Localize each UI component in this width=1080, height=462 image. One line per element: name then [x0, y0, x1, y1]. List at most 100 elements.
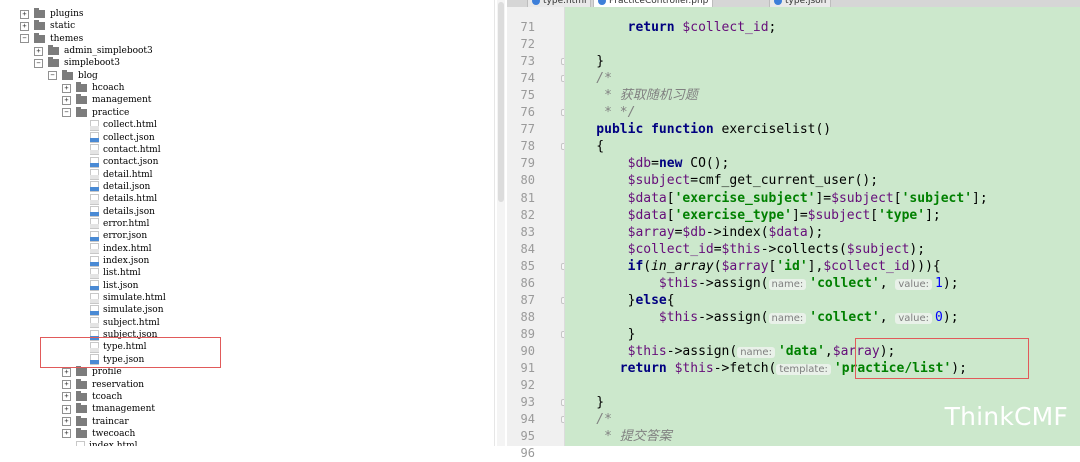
editor-tab-label: type.html [543, 0, 587, 6]
folder-icon [76, 378, 87, 389]
expand-icon[interactable]: + [62, 392, 71, 402]
line-number: 81 [520, 190, 535, 205]
line-number: 76 [520, 105, 535, 120]
expand-icon[interactable]: + [62, 380, 71, 389]
line-number: 96 [520, 446, 535, 461]
editor-tab-label: type.json [785, 0, 827, 6]
tree-item[interactable]: list.json [76, 280, 138, 292]
tree-item[interactable]: − blog [48, 69, 98, 82]
folder-icon [76, 94, 87, 105]
editor-tab[interactable]: type.html [527, 0, 592, 7]
line-number-gutter: 71 72 73 74 75 76 77 78 79 80 81 82 83 84 85 86 87 88 89 90… [507, 7, 568, 460]
collapse-icon[interactable]: − [34, 58, 43, 68]
tree-item[interactable]: simulate.html [76, 292, 166, 304]
line-number: 79 [520, 156, 535, 171]
tree-item[interactable]: collect.json [76, 132, 155, 144]
folder-icon [34, 20, 45, 31]
tree-scrollbar-thumb[interactable] [498, 2, 504, 202]
code-token: else [635, 292, 667, 308]
tree-item[interactable]: list.html [76, 267, 141, 279]
code-editor[interactable]: return $collect_id; } /* * 获取随机习题 * */ p… [565, 7, 1080, 446]
tree-item[interactable]: + plugins [20, 8, 84, 20]
expand-icon[interactable]: + [34, 46, 43, 56]
expand-icon[interactable]: + [20, 9, 29, 19]
code-token: } [565, 54, 605, 70]
tree-item[interactable]: collect.html [76, 119, 157, 131]
tree-item[interactable]: error.html [76, 218, 149, 230]
tree-item[interactable]: simulate.json [76, 304, 164, 316]
tree-item[interactable]: + admin_simpleboot3 [34, 45, 153, 57]
json-file-icon [90, 206, 99, 218]
tree-item[interactable]: + tcoach [62, 390, 122, 403]
tree-item[interactable]: index.html [62, 440, 138, 446]
collapse-icon[interactable]: − [20, 34, 29, 44]
code-token: * 获取随机习题 [565, 88, 698, 104]
tree-item[interactable]: index.json [76, 255, 149, 267]
tree-item[interactable]: − practice [62, 106, 129, 119]
tree-item-label: index.html [103, 243, 152, 254]
tree-scrollbar[interactable] [497, 0, 505, 446]
tree-item[interactable]: − themes [20, 32, 83, 45]
code-token: ->assign( [698, 275, 769, 291]
tree-item[interactable]: contact.json [76, 156, 158, 168]
html-file-icon [90, 193, 99, 205]
tree-item[interactable]: details.json [76, 206, 155, 218]
tree-item[interactable]: error.json [76, 230, 147, 242]
expand-icon[interactable]: + [20, 21, 29, 31]
tree-item[interactable]: + twecoach [62, 427, 135, 440]
expand-icon[interactable]: + [62, 367, 71, 377]
panel-divider[interactable] [494, 0, 495, 446]
expand-icon[interactable]: + [62, 404, 71, 414]
collapse-icon[interactable]: − [48, 71, 57, 81]
tree-item-label: blog [78, 70, 98, 81]
tree-item[interactable]: + reservation [62, 378, 144, 391]
code-token: $this [658, 309, 699, 325]
html-file-icon [90, 218, 99, 230]
tree-item[interactable]: contact.html [76, 144, 161, 156]
tree-item[interactable]: + management [62, 94, 151, 106]
code-token: 1 [935, 275, 943, 291]
html-file-icon [90, 317, 99, 329]
expand-icon[interactable]: + [62, 429, 71, 439]
tree-item-label: tmanagement [92, 404, 156, 415]
collapse-icon[interactable]: − [62, 108, 71, 118]
tree-item[interactable]: + hcoach [62, 82, 124, 94]
expand-icon[interactable]: + [62, 95, 71, 105]
tree-item[interactable]: detail.html [76, 169, 153, 181]
code-token: return [619, 361, 675, 376]
code-token: /* [565, 412, 612, 428]
tree-item[interactable]: index.html [76, 243, 152, 255]
tree-item-label: detail.html [103, 169, 153, 180]
tree-item[interactable]: + tmanagement [62, 403, 155, 415]
tree-item[interactable]: + traincar [62, 415, 129, 428]
code-token: , [824, 343, 833, 359]
line-number: 85 [520, 258, 535, 273]
tree-item[interactable]: detail.json [76, 181, 150, 193]
editor-tab[interactable]: PracticeController.php [593, 0, 714, 7]
folder-icon [76, 366, 87, 377]
line-number: 82 [520, 207, 535, 222]
html-file-icon [90, 169, 99, 181]
line-number: 77 [520, 122, 535, 137]
expand-icon[interactable]: + [62, 417, 71, 427]
tree-item[interactable]: subject.html [76, 317, 160, 329]
tree-item-label: admin_simpleboot3 [64, 46, 153, 57]
tree-item-label: detail.json [103, 181, 151, 192]
expand-icon[interactable]: + [62, 83, 71, 93]
code-line: { [565, 138, 604, 155]
tree-item[interactable]: details.html [76, 193, 157, 205]
line-number: 90 [520, 343, 535, 358]
tree-item[interactable]: + static [20, 20, 75, 32]
folder-icon [76, 106, 87, 117]
editor-tab[interactable]: type.json [769, 0, 832, 7]
tree-item[interactable]: − simpleboot3 [34, 57, 120, 69]
code-token: ); [942, 309, 959, 325]
file-type-icon [774, 0, 782, 5]
